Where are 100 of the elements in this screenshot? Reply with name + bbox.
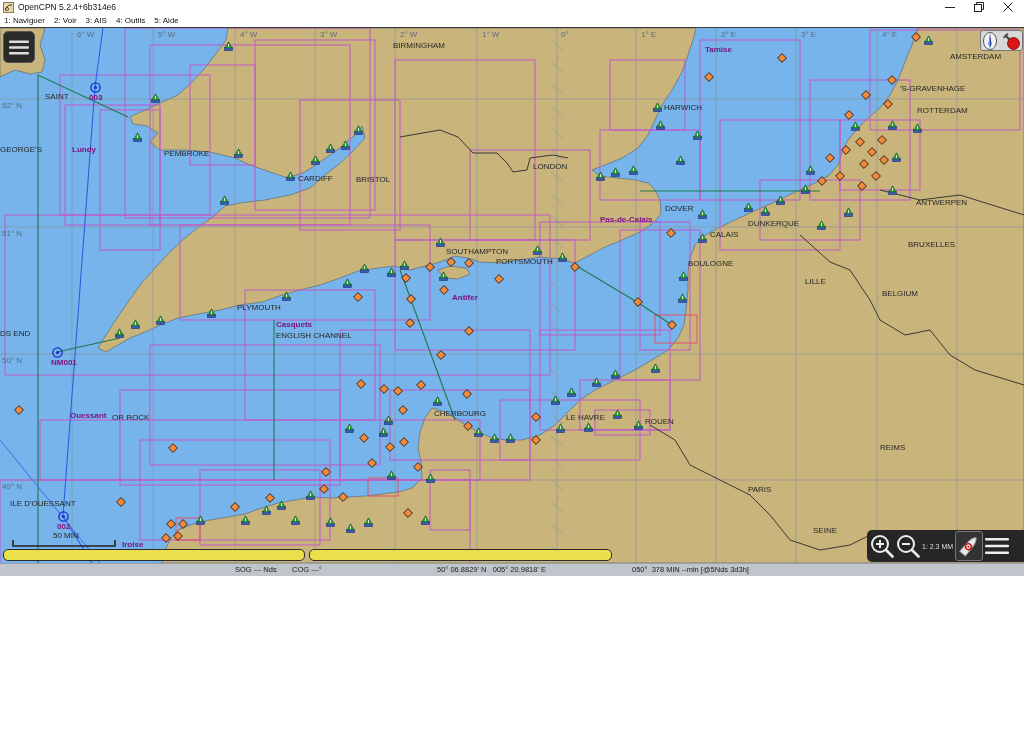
diamond-marker-icon	[413, 462, 423, 472]
place-label: SOUTHAMPTON	[446, 247, 509, 256]
menu-item[interactable]: 4: Outils	[115, 14, 146, 27]
diamond-marker-icon	[166, 519, 176, 529]
restore-icon[interactable]	[974, 2, 984, 12]
diamond-marker-icon	[666, 228, 676, 238]
ownship-button[interactable]	[955, 531, 984, 561]
gps-status-icon[interactable]	[1001, 31, 1020, 50]
triangle-marker-icon	[384, 415, 393, 425]
place-label: BRISTOL	[356, 175, 391, 184]
longitude-label: 4° W	[240, 30, 258, 39]
triangle-marker-icon	[262, 505, 271, 515]
triangle-marker-icon	[115, 328, 124, 338]
diamond-marker-icon	[883, 99, 893, 109]
place-label: ILE D'OUESSANT	[10, 499, 76, 508]
triangle-marker-icon	[426, 473, 435, 483]
triangle-marker-icon	[611, 167, 620, 177]
diamond-marker-icon	[570, 262, 580, 272]
triangle-marker-icon	[806, 165, 815, 175]
diamond-marker-icon	[859, 159, 869, 169]
triangle-marker-icon	[634, 420, 643, 430]
triangle-marker-icon	[592, 377, 601, 387]
diamond-marker-icon	[385, 442, 395, 452]
zoom-in-icon[interactable]	[870, 534, 894, 558]
menu-item[interactable]: 1: Naviguer	[4, 14, 45, 27]
zoom-out-icon[interactable]	[896, 534, 920, 558]
diamond-marker-icon	[777, 53, 787, 63]
waypoint-label: 002	[57, 522, 71, 531]
diamond-marker-icon	[399, 437, 409, 447]
triangle-marker-icon	[551, 395, 560, 405]
place-label: PARIS	[748, 485, 772, 494]
triangle-marker-icon	[651, 363, 660, 373]
triangle-marker-icon	[656, 120, 665, 130]
triangle-marker-icon	[387, 267, 396, 277]
place-label: LILLE	[805, 277, 826, 286]
diamond-marker-icon	[462, 389, 472, 399]
waypoint-icon[interactable]	[52, 347, 63, 358]
diamond-marker-icon	[825, 153, 835, 163]
menu-item[interactable]: 2: Voir	[53, 14, 77, 27]
chart-bar-key[interactable]	[3, 549, 305, 561]
waypoint-icon[interactable]	[90, 82, 101, 93]
menu-item[interactable]: 5: Aide	[154, 14, 179, 27]
triangle-marker-icon	[556, 423, 565, 433]
diamond-marker-icon	[401, 273, 411, 283]
triangle-marker-icon	[400, 260, 409, 270]
compass-icon[interactable]	[983, 31, 998, 50]
triangle-marker-icon	[387, 470, 396, 480]
triangle-marker-icon	[207, 308, 216, 318]
close-icon[interactable]	[1003, 2, 1013, 12]
place-label: DUNKERQUE	[748, 219, 800, 228]
triangle-marker-icon	[533, 245, 542, 255]
place-label: ENGLISH CHANNEL	[276, 331, 352, 340]
triangle-marker-icon	[744, 202, 753, 212]
diamond-marker-icon	[841, 145, 851, 155]
triangle-marker-icon	[913, 123, 922, 133]
triangle-marker-icon	[436, 237, 445, 247]
triangle-marker-icon	[506, 433, 515, 443]
triangle-marker-icon	[346, 523, 355, 533]
menu-item[interactable]: 3: AIS	[85, 14, 107, 27]
waypoint-icon[interactable]	[58, 511, 69, 522]
diamond-marker-icon	[531, 412, 541, 422]
diamond-marker-icon	[867, 147, 877, 157]
triangle-marker-icon	[364, 517, 373, 527]
place-label: CHERBOURG	[434, 409, 486, 418]
triangle-marker-icon	[817, 220, 826, 230]
triangle-marker-icon	[220, 195, 229, 205]
place-label: REIMS	[880, 443, 906, 452]
chart-bar-key[interactable]	[309, 549, 612, 561]
longitude-label: 3° E	[801, 30, 817, 39]
chart-note-label: Ouessant	[70, 411, 107, 420]
triangle-marker-icon	[844, 207, 853, 217]
triangle-marker-icon	[343, 278, 352, 288]
triangle-marker-icon	[761, 206, 770, 216]
triangle-marker-icon	[326, 517, 335, 527]
diamond-marker-icon	[667, 320, 677, 330]
diamond-marker-icon	[425, 262, 435, 272]
diamond-marker-icon	[877, 135, 887, 145]
diamond-marker-icon	[173, 531, 183, 541]
menu-icon[interactable]	[985, 537, 1010, 555]
triangle-marker-icon	[888, 185, 897, 195]
diamond-marker-icon	[14, 405, 24, 415]
triangle-marker-icon	[345, 423, 354, 433]
diamond-marker-icon	[633, 297, 643, 307]
triangle-marker-icon	[341, 140, 350, 150]
place-label: PEMBROKE	[164, 149, 210, 158]
diamond-marker-icon	[439, 285, 449, 295]
diamond-marker-icon	[379, 384, 389, 394]
chart-note-label: Antifer	[452, 293, 478, 302]
diamond-marker-icon	[367, 458, 377, 468]
menu-button[interactable]	[3, 31, 35, 63]
triangle-marker-icon	[892, 152, 901, 162]
triangle-marker-icon	[490, 433, 499, 443]
triangle-marker-icon	[326, 143, 335, 153]
place-label: GEORGE'S	[0, 145, 42, 154]
diamond-marker-icon	[168, 443, 178, 453]
triangle-marker-icon	[286, 171, 295, 181]
place-label: BELGIUM	[882, 289, 918, 298]
diamond-marker-icon	[446, 257, 456, 267]
scale-label: 50 MIN	[53, 531, 79, 540]
triangle-marker-icon	[613, 409, 622, 419]
